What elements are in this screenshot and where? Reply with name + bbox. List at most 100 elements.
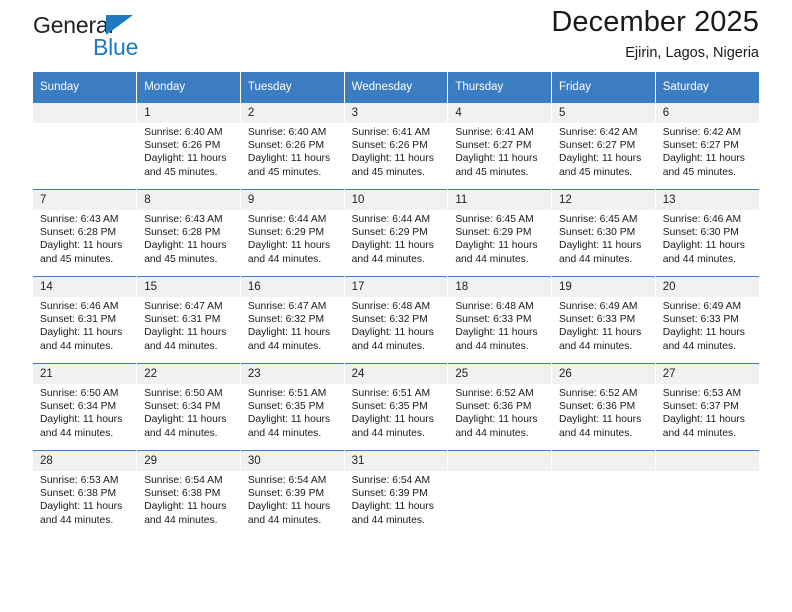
calendar-day-cell[interactable]: 17 Sunrise: 6:48 AM Sunset: 6:32 PM Dayligh…: [343, 276, 448, 364]
day-number: 8: [137, 190, 240, 210]
calendar-day-cell[interactable]: 24 Sunrise: 6:51 AM Sunset: 6:35 PM Dayligh…: [343, 363, 448, 451]
sunrise-text: Sunrise: 6:41 AM: [351, 127, 431, 138]
calendar-day-cell[interactable]: 2 Sunrise: 6:40 AM Sunset: 6:26 PM Daylight…: [239, 102, 345, 190]
daylight-text-line2: and 45 minutes.: [144, 253, 218, 265]
page-header: General Blue December 2025 Ejirin, Lagos…: [33, 0, 759, 72]
calendar-day-cell[interactable]: 13 Sunrise: 6:46 AM Sunset: 6:30 PM Dayligh…: [654, 189, 759, 277]
day-number: 17: [344, 277, 448, 297]
calendar-day-cell[interactable]: 25 Sunrise: 6:52 AM Sunset: 6:36 PM Dayligh…: [447, 363, 552, 451]
day-number: 26: [552, 364, 655, 384]
sunset-text: Sunset: 6:34 PM: [144, 401, 221, 413]
calendar-day-cell[interactable]: 26 Sunrise: 6:52 AM Sunset: 6:36 PM Dayligh…: [551, 363, 656, 451]
sunset-text: Sunset: 6:31 PM: [144, 314, 221, 326]
sunrise-text: Sunrise: 6:44 AM: [247, 214, 327, 225]
calendar-day-cell[interactable]: 6 Sunrise: 6:42 AM Sunset: 6:27 PM Daylight…: [654, 102, 759, 190]
daylight-text-line1: Daylight: 11 hours: [559, 414, 642, 426]
calendar-day-cell[interactable]: 1 Sunrise: 6:40 AM Sunset: 6:26 PM Daylight…: [136, 102, 241, 190]
sunset-text: Sunset: 6:26 PM: [144, 140, 221, 152]
calendar-day-cell[interactable]: 4 Sunrise: 6:41 AM Sunset: 6:27 PM Daylight…: [447, 102, 552, 190]
day-number: 3: [344, 103, 448, 123]
day-number: 10: [344, 190, 448, 210]
sunset-text: Sunset: 6:31 PM: [40, 314, 117, 326]
calendar-day-cell[interactable]: 7 Sunrise: 6:43 AM Sunset: 6:28 PM Daylight…: [33, 189, 137, 277]
calendar-day-cell[interactable]: 10 Sunrise: 6:44 AM Sunset: 6:29 PM Dayligh…: [343, 189, 448, 277]
calendar-day-cell[interactable]: 9 Sunrise: 6:44 AM Sunset: 6:29 PM Daylight…: [239, 189, 345, 277]
day-number: 7: [33, 190, 137, 210]
daylight-text-line2: and 44 minutes.: [247, 514, 322, 526]
calendar-day-cell[interactable]: 28 Sunrise: 6:53 AM Sunset: 6:38 PM Dayligh…: [33, 450, 137, 537]
day-details: Sunrise: 6:40 AM Sunset: 6:26 PM Daylight:…: [241, 123, 344, 179]
calendar-day-cell[interactable]: 18 Sunrise: 6:48 AM Sunset: 6:33 PM Dayligh…: [447, 276, 552, 364]
calendar-day-cell[interactable]: 22 Sunrise: 6:50 AM Sunset: 6:34 PM Dayligh…: [136, 363, 241, 451]
sunrise-text: Sunrise: 6:46 AM: [40, 301, 119, 312]
day-number: 6: [655, 103, 759, 123]
sunrise-text: Sunrise: 6:50 AM: [40, 388, 119, 399]
weekday-header-row: Sunday Monday Tuesday Wednesday Thursday…: [33, 72, 759, 103]
daylight-text-line2: and 44 minutes.: [662, 427, 736, 439]
day-details: Sunrise: 6:54 AM Sunset: 6:39 PM Daylight:…: [241, 471, 344, 527]
day-number: 16: [240, 277, 344, 297]
calendar-day-cell[interactable]: 29 Sunrise: 6:54 AM Sunset: 6:38 PM Dayligh…: [136, 450, 241, 537]
generalblue-logo: General Blue: [33, 12, 243, 66]
day-details: Sunrise: 6:44 AM Sunset: 6:29 PM Daylight:…: [241, 210, 344, 266]
daylight-text-line1: Daylight: 11 hours: [662, 240, 745, 252]
daylight-text-line1: Daylight: 11 hours: [247, 501, 331, 513]
sunset-text: Sunset: 6:39 PM: [351, 488, 428, 500]
sunset-text: Sunset: 6:29 PM: [351, 227, 428, 239]
day-details: Sunrise: 6:53 AM Sunset: 6:37 PM Daylight:…: [656, 384, 759, 440]
daylight-text-line1: Daylight: 11 hours: [247, 153, 331, 165]
day-details: Sunrise: 6:43 AM Sunset: 6:28 PM Daylight:…: [33, 210, 136, 266]
day-number: 25: [448, 364, 552, 384]
sunset-text: Sunset: 6:33 PM: [662, 314, 739, 326]
day-details: Sunrise: 6:49 AM Sunset: 6:33 PM Daylight:…: [656, 297, 759, 353]
sunrise-text: Sunrise: 6:47 AM: [144, 301, 223, 312]
daylight-text-line1: Daylight: 11 hours: [40, 240, 123, 252]
calendar-day-cell[interactable]: 14 Sunrise: 6:46 AM Sunset: 6:31 PM Dayligh…: [33, 276, 137, 364]
calendar-day-cell[interactable]: 20 Sunrise: 6:49 AM Sunset: 6:33 PM Dayligh…: [654, 276, 759, 364]
calendar-day-cell[interactable]: 31 Sunrise: 6:54 AM Sunset: 6:39 PM Dayligh…: [343, 450, 448, 537]
calendar-day-cell[interactable]: 5 Sunrise: 6:42 AM Sunset: 6:27 PM Daylight…: [551, 102, 656, 190]
sunrise-text: Sunrise: 6:41 AM: [455, 127, 534, 138]
calendar-page: General Blue December 2025 Ejirin, Lagos…: [0, 0, 792, 612]
daylight-text-line1: Daylight: 11 hours: [351, 240, 434, 252]
sunrise-text: Sunrise: 6:53 AM: [40, 475, 119, 486]
sunrise-text: Sunrise: 6:51 AM: [351, 388, 431, 399]
daylight-text-line1: Daylight: 11 hours: [559, 153, 642, 165]
calendar-day-cell[interactable]: 19 Sunrise: 6:49 AM Sunset: 6:33 PM Dayligh…: [551, 276, 656, 364]
logo-triangle-icon: [106, 15, 133, 35]
sunset-text: Sunset: 6:28 PM: [144, 227, 221, 239]
weekday-header-monday: Monday: [136, 72, 241, 103]
daylight-text-line2: and 44 minutes.: [40, 514, 114, 526]
day-number: [33, 103, 137, 123]
sunset-text: Sunset: 6:32 PM: [351, 314, 428, 326]
day-details: Sunrise: 6:54 AM Sunset: 6:38 PM Daylight:…: [137, 471, 240, 527]
calendar-day-cell[interactable]: 12 Sunrise: 6:45 AM Sunset: 6:30 PM Dayligh…: [551, 189, 656, 277]
sunset-text: Sunset: 6:27 PM: [559, 140, 636, 152]
daylight-text-line2: and 45 minutes.: [351, 166, 425, 178]
calendar-week-row: 14 Sunrise: 6:46 AM Sunset: 6:31 PM Dayligh…: [33, 276, 759, 364]
daylight-text-line2: and 44 minutes.: [662, 253, 736, 265]
daylight-text-line2: and 44 minutes.: [40, 340, 114, 352]
weekday-header-saturday: Saturday: [654, 72, 759, 103]
calendar-day-cell[interactable]: 15 Sunrise: 6:47 AM Sunset: 6:31 PM Dayligh…: [136, 276, 241, 364]
sunrise-text: Sunrise: 6:47 AM: [247, 301, 327, 312]
calendar-day-cell[interactable]: 30 Sunrise: 6:54 AM Sunset: 6:39 PM Dayligh…: [239, 450, 345, 537]
day-details: Sunrise: 6:45 AM Sunset: 6:29 PM Daylight:…: [448, 210, 551, 266]
calendar-day-cell[interactable]: 3 Sunrise: 6:41 AM Sunset: 6:26 PM Daylight…: [343, 102, 448, 190]
calendar-day-cell[interactable]: 16 Sunrise: 6:47 AM Sunset: 6:32 PM Dayligh…: [239, 276, 345, 364]
day-details: Sunrise: 6:43 AM Sunset: 6:28 PM Daylight:…: [137, 210, 240, 266]
sunrise-text: Sunrise: 6:45 AM: [455, 214, 534, 225]
day-details: Sunrise: 6:42 AM Sunset: 6:27 PM Daylight:…: [656, 123, 759, 179]
sunset-text: Sunset: 6:35 PM: [351, 401, 428, 413]
calendar-day-cell[interactable]: 8 Sunrise: 6:43 AM Sunset: 6:28 PM Daylight…: [136, 189, 241, 277]
calendar-day-cell[interactable]: 21 Sunrise: 6:50 AM Sunset: 6:34 PM Dayligh…: [33, 363, 137, 451]
daylight-text-line2: and 45 minutes.: [144, 166, 218, 178]
calendar-day-cell[interactable]: 27 Sunrise: 6:53 AM Sunset: 6:37 PM Dayligh…: [654, 363, 759, 451]
calendar-day-cell[interactable]: 11 Sunrise: 6:45 AM Sunset: 6:29 PM Dayligh…: [447, 189, 552, 277]
calendar-day-cell[interactable]: 23 Sunrise: 6:51 AM Sunset: 6:35 PM Dayligh…: [239, 363, 345, 451]
day-number: [655, 451, 759, 471]
sunrise-text: Sunrise: 6:48 AM: [455, 301, 534, 312]
daylight-text-line2: and 44 minutes.: [559, 253, 633, 265]
sunrise-text: Sunrise: 6:52 AM: [559, 388, 638, 399]
daylight-text-line2: and 45 minutes.: [559, 166, 633, 178]
